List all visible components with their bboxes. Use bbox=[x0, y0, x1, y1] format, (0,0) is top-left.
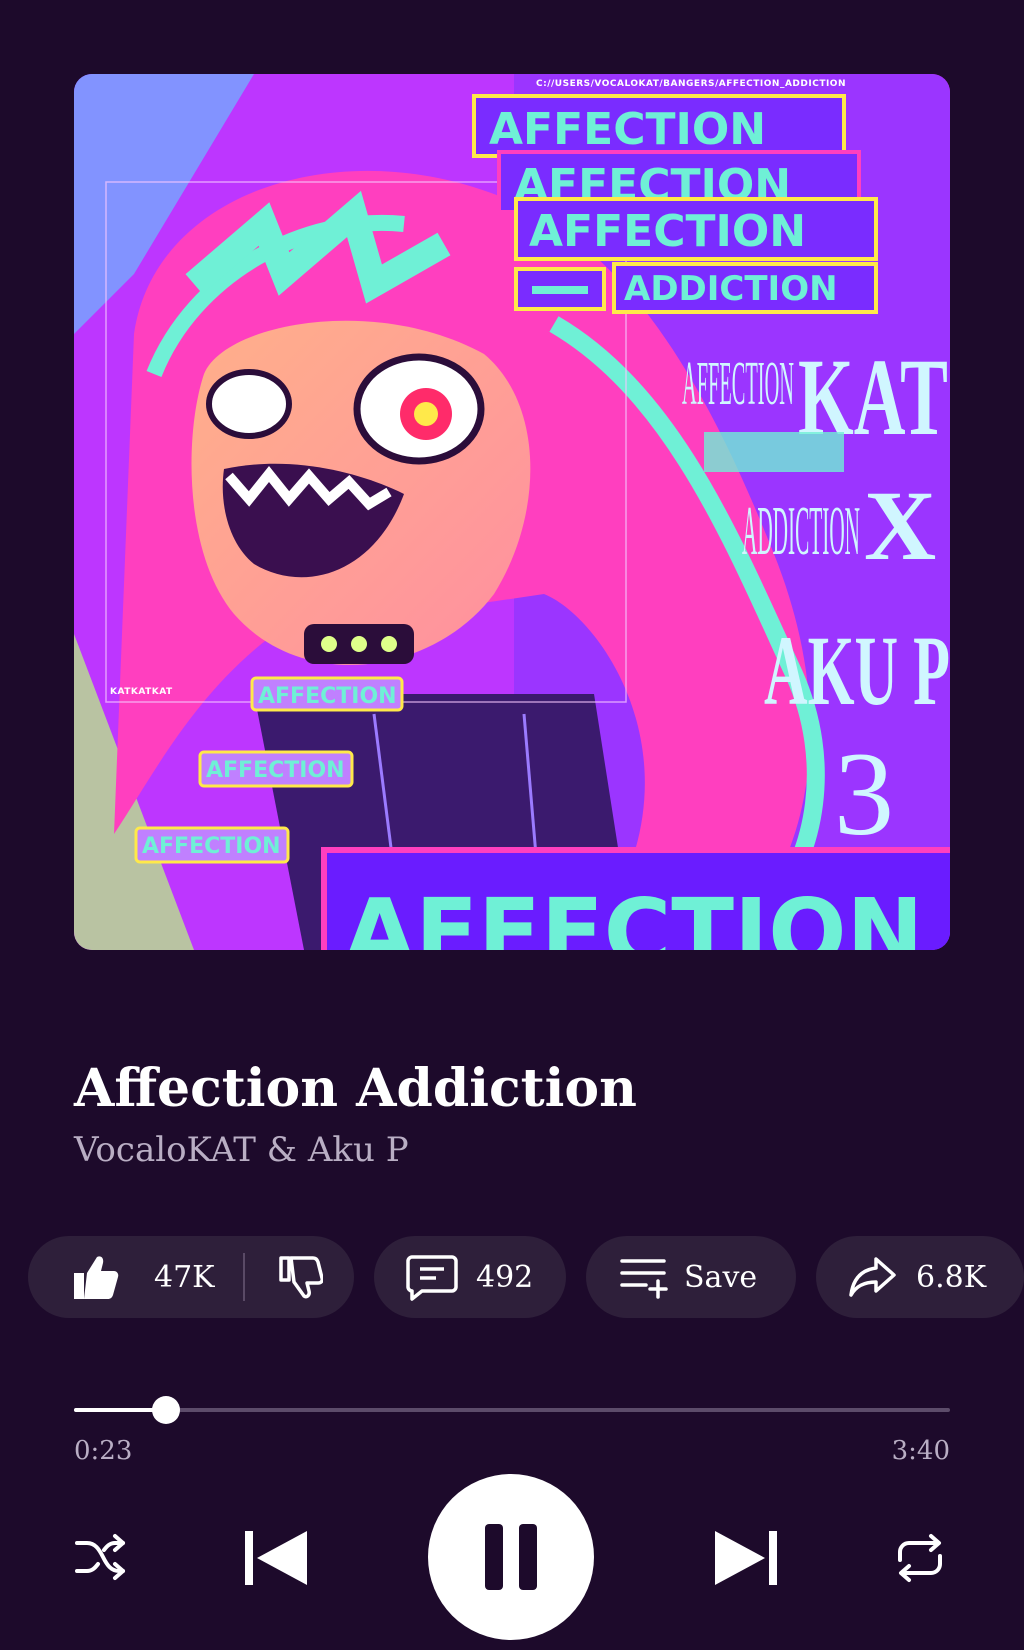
pause-icon bbox=[483, 1522, 539, 1592]
repeat-icon bbox=[894, 1532, 946, 1584]
progress-bar[interactable] bbox=[74, 1396, 950, 1424]
art-tag-1: AFFECTION bbox=[258, 684, 397, 709]
playlist-add-icon bbox=[620, 1255, 668, 1299]
art-banner-3: AFFECTION bbox=[529, 206, 806, 257]
elapsed-time: 0:23 bbox=[74, 1436, 133, 1466]
song-title: Affection Addiction bbox=[74, 1058, 637, 1119]
art-banner-4: ADDICTION bbox=[624, 269, 838, 309]
progress-thumb[interactable] bbox=[151, 1396, 180, 1424]
song-artist[interactable]: VocaloKAT & Aku P bbox=[74, 1130, 409, 1170]
art-side-1: AFFECTION bbox=[682, 350, 794, 418]
art-side-3: ADDICTION bbox=[742, 493, 860, 570]
art-strip: KATKATKAT bbox=[110, 687, 173, 697]
pill-divider bbox=[242, 1253, 245, 1301]
share-icon bbox=[848, 1255, 898, 1299]
next-button[interactable] bbox=[710, 1524, 782, 1592]
like-dislike-pill: 47K bbox=[28, 1236, 354, 1318]
shuffle-icon bbox=[73, 1533, 127, 1583]
previous-button[interactable] bbox=[240, 1524, 312, 1592]
share-count: 6.8K bbox=[916, 1259, 987, 1295]
repeat-button[interactable] bbox=[890, 1528, 950, 1588]
total-duration: 3:40 bbox=[891, 1436, 950, 1466]
next-icon bbox=[711, 1527, 781, 1589]
art-tag-2: AFFECTION bbox=[206, 758, 345, 783]
art-bottom-banner: AFFECTION bbox=[344, 879, 923, 950]
art-side-4: X bbox=[864, 470, 936, 581]
art-side-6: 3 bbox=[834, 727, 894, 860]
shuffle-button[interactable] bbox=[70, 1528, 130, 1588]
thumbs-down-icon[interactable] bbox=[277, 1254, 323, 1300]
art-side-5: AKU P bbox=[764, 615, 950, 726]
like-count[interactable]: 47K bbox=[154, 1260, 215, 1295]
thumbs-up-icon[interactable] bbox=[70, 1253, 120, 1301]
share-button[interactable]: 6.8K bbox=[816, 1236, 1024, 1318]
comments-button[interactable]: 492 bbox=[374, 1236, 566, 1318]
album-art: C://USERS/VOCALOKAT/BANGERS/AFFECTION_AD… bbox=[74, 74, 950, 950]
previous-icon bbox=[241, 1527, 311, 1589]
comment-icon bbox=[406, 1253, 458, 1301]
comment-count: 492 bbox=[476, 1259, 534, 1295]
play-pause-button[interactable] bbox=[428, 1474, 594, 1640]
art-tag-3: AFFECTION bbox=[142, 834, 281, 859]
art-banner-1: AFFECTION bbox=[489, 104, 766, 155]
art-path-text: C://USERS/VOCALOKAT/BANGERS/AFFECTION_AD… bbox=[536, 79, 846, 89]
save-label: Save bbox=[684, 1259, 758, 1295]
save-button[interactable]: Save bbox=[586, 1236, 796, 1318]
